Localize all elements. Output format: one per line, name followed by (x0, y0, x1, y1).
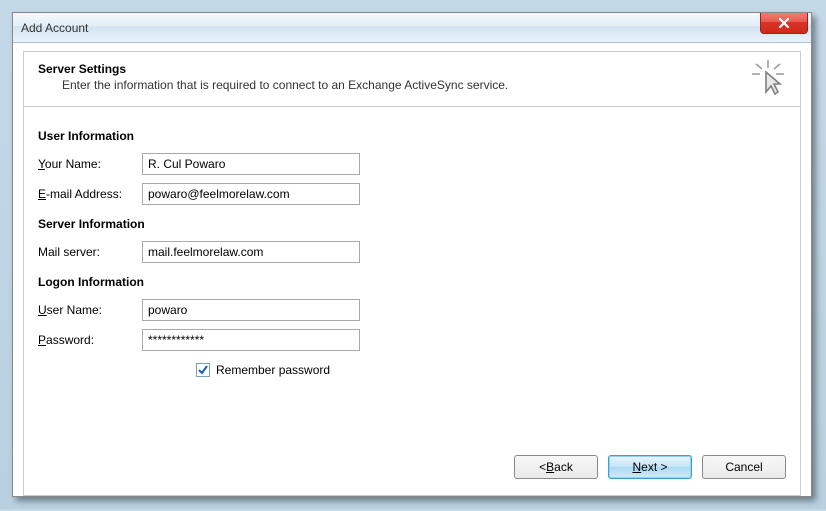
email-row: E-mail Address: (38, 183, 786, 205)
remember-password-label[interactable]: Remember password (216, 363, 330, 377)
close-icon (777, 17, 791, 29)
remember-password-row: Remember password (196, 363, 786, 377)
password-field[interactable] (142, 329, 360, 351)
mail-server-label: Mail server: (38, 245, 142, 259)
button-row: < Back Next > Cancel (38, 451, 786, 487)
close-button[interactable] (760, 13, 808, 34)
server-information-heading: Server Information (38, 217, 786, 231)
email-label: E-mail Address: (38, 187, 142, 201)
header-description: Enter the information that is required t… (62, 78, 786, 92)
user-name-field[interactable] (142, 299, 360, 321)
mail-server-field[interactable] (142, 241, 360, 263)
logon-information-heading: Logon Information (38, 275, 786, 289)
window-title: Add Account (21, 21, 88, 35)
your-name-row: Your Name: (38, 153, 786, 175)
back-button[interactable]: < Back (514, 455, 598, 479)
header-title: Server Settings (38, 62, 786, 76)
mail-server-row: Mail server: (38, 241, 786, 263)
user-name-label: User Name: (38, 303, 142, 317)
header-panel: Server Settings Enter the information th… (23, 51, 801, 107)
your-name-field[interactable] (142, 153, 360, 175)
your-name-label: Your Name: (38, 157, 142, 171)
user-name-row: User Name: (38, 299, 786, 321)
email-field[interactable] (142, 183, 360, 205)
checkmark-icon (197, 364, 209, 376)
password-label: Password: (38, 333, 142, 347)
next-button[interactable]: Next > (608, 455, 692, 479)
cancel-button[interactable]: Cancel (702, 455, 786, 479)
add-account-window: Add Account Server Settings Enter the in… (12, 12, 812, 497)
remember-password-checkbox[interactable] (196, 363, 210, 377)
content-area: User Information Your Name: E-mail Addre… (23, 107, 801, 496)
user-information-heading: User Information (38, 129, 786, 143)
titlebar[interactable]: Add Account (13, 13, 811, 43)
password-row: Password: (38, 329, 786, 351)
cursor-click-icon (748, 58, 788, 98)
